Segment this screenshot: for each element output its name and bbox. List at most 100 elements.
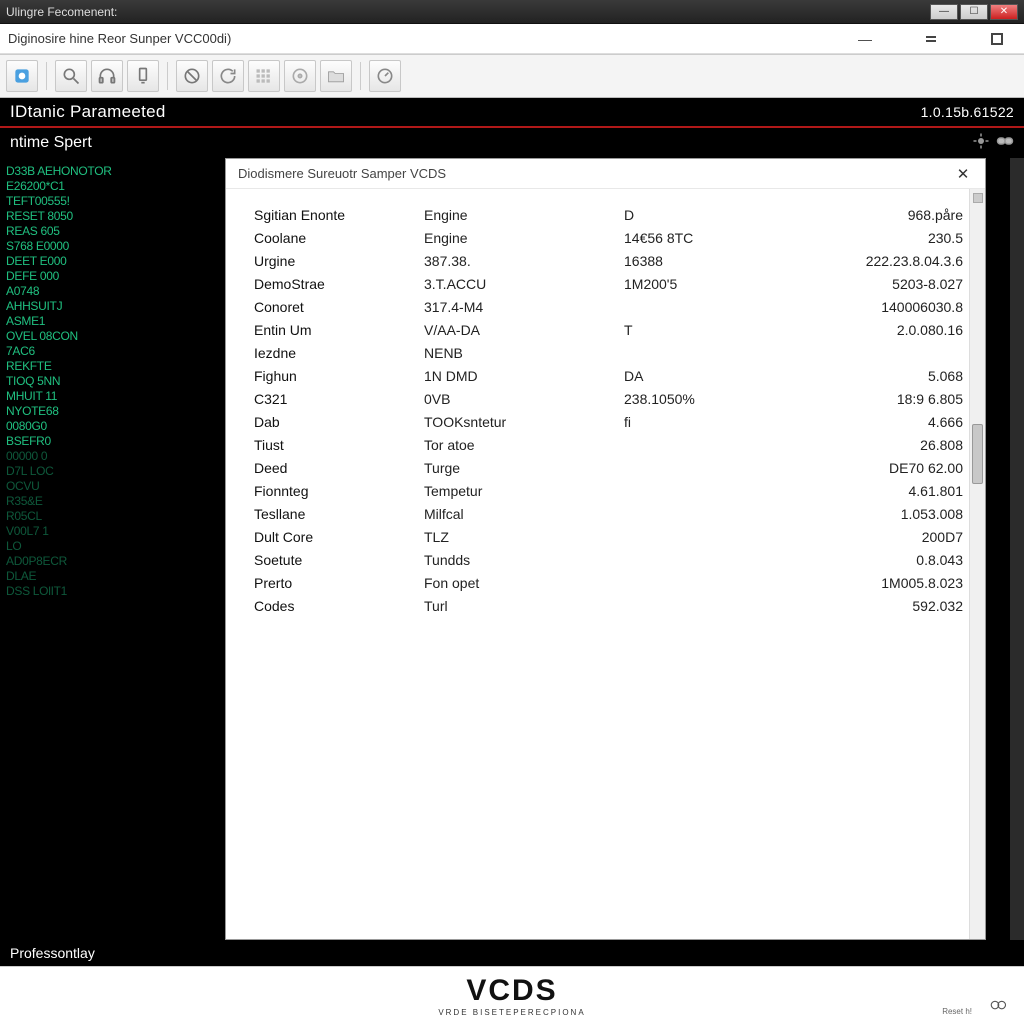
sidebar-line: D33B AEHONOTOR	[6, 164, 219, 179]
outer-window-minimize-button[interactable]: —	[930, 4, 958, 20]
logo-subtitle: VRDE BISETEPERECPIONA	[438, 1008, 585, 1017]
inner-window-minimize-button[interactable]: —	[846, 31, 884, 47]
row-value: 592.032	[794, 598, 969, 614]
row-label: Entin Um	[254, 322, 424, 338]
tool-grid-button[interactable]	[248, 60, 280, 92]
outer-window-close-button[interactable]: ✕	[990, 4, 1018, 20]
sidebar-line: NYOTE68	[6, 404, 219, 419]
footer: VCDS VRDE BISETEPERECPIONA Reset h!	[0, 966, 1024, 1024]
toolbar	[0, 54, 1024, 98]
sidebar-line: V00L7 1	[6, 524, 219, 539]
row-label: Fionnteg	[254, 483, 424, 499]
data-panel: Diodismere Sureuotr Samper VCDS ✕ Sgitia…	[225, 158, 986, 940]
row-value: 26.808	[794, 437, 969, 453]
row-cell: 387.38.	[424, 253, 624, 269]
row-cell: Fon opet	[424, 575, 624, 591]
row-cell: fi	[624, 414, 794, 430]
row-cell: 0VB	[424, 391, 624, 407]
row-cell: T	[624, 322, 794, 338]
row-label: Prerto	[254, 575, 424, 591]
row-cell: 1M200'5	[624, 276, 794, 292]
tool-gauge-button[interactable]	[369, 60, 401, 92]
row-label: Tesllane	[254, 506, 424, 522]
module-timestamp: 1.0.15b.61522	[921, 104, 1014, 120]
sidebar-line: 0080G0	[6, 419, 219, 434]
row-value: 140006030.8	[794, 299, 969, 315]
sidebar-line: OCVU	[6, 479, 219, 494]
row-value: 0.8.043	[794, 552, 969, 568]
sidebar-line: A0748	[6, 284, 219, 299]
sidebar-line: S768 E0000	[6, 239, 219, 254]
status-text: Professontlay	[10, 945, 95, 961]
row-label: Sgitian Enonte	[254, 207, 424, 223]
panel-close-button[interactable]: ✕	[953, 164, 973, 184]
panel-title-text: Diodismere Sureuotr Samper VCDS	[238, 166, 446, 181]
row-cell: Tor atoe	[424, 437, 624, 453]
tool-refresh-button[interactable]	[212, 60, 244, 92]
link-icon[interactable]	[996, 132, 1014, 155]
sidebar-line: AD0P8ECR	[6, 554, 219, 569]
row-label: Soetute	[254, 552, 424, 568]
row-label: Tiust	[254, 437, 424, 453]
row-value: 18:9 6.805	[794, 391, 969, 407]
outer-window-maximize-button[interactable]: ☐	[960, 4, 988, 20]
row-label: DemoStrae	[254, 276, 424, 292]
row-cell: 14€56 8TC	[624, 230, 794, 246]
tool-forbid-button[interactable]	[176, 60, 208, 92]
row-value: 222.23.8.04.3.6	[794, 253, 969, 269]
row-value: 2.0.080.16	[794, 322, 969, 338]
gear-icon[interactable]	[972, 132, 990, 155]
sidebar-line: TEFT00555!	[6, 194, 219, 209]
data-grid: Sgitian EnonteEngineD968.påreCoolaneEngi…	[254, 207, 969, 614]
sidebar-line: REAS 605	[6, 224, 219, 239]
row-cell: TLZ	[424, 529, 624, 545]
workspace: D33B AEHONOTORE26200*C1TEFT00555!RESET 8…	[0, 158, 1024, 940]
row-value: 1M005.8.023	[794, 575, 969, 591]
sidebar-line: RESET 8050	[6, 209, 219, 224]
row-cell: Turl	[424, 598, 624, 614]
row-cell: 317.4-M4	[424, 299, 624, 315]
tool-device-button[interactable]	[127, 60, 159, 92]
sidebar-line: BSEFR0	[6, 434, 219, 449]
row-value: 4.666	[794, 414, 969, 430]
outer-window-title: Ulingre Fecomenent:	[6, 5, 117, 19]
tool-headset-button[interactable]	[91, 60, 123, 92]
inner-window-header: Diginosire hine Reor Sunper VCC00di) —	[0, 24, 1024, 54]
footer-logo: VCDS VRDE BISETEPERECPIONA	[438, 974, 585, 1017]
row-cell: V/AA-DA	[424, 322, 624, 338]
module-primary-title: IDtanic Parameeted	[10, 102, 166, 122]
row-value: DE70 62.00	[794, 460, 969, 476]
sidebar-line: TIOQ 5NN	[6, 374, 219, 389]
sidebar-line: OVEL 08CON	[6, 329, 219, 344]
tool-search-button[interactable]	[55, 60, 87, 92]
row-cell: DA	[624, 368, 794, 384]
row-cell: NENB	[424, 345, 624, 361]
row-value: 4.61.801	[794, 483, 969, 499]
row-cell: Engine	[424, 207, 624, 223]
row-cell: 3.T.ACCU	[424, 276, 624, 292]
row-cell: TOOKsntetur	[424, 414, 624, 430]
outer-window-titlebar: Ulingre Fecomenent: — ☐ ✕	[0, 0, 1024, 24]
sidebar-line: E26200*C1	[6, 179, 219, 194]
module-primary-header: IDtanic Parameeted 1.0.15b.61522	[0, 98, 1024, 128]
panel-scrollbar[interactable]	[969, 189, 985, 939]
row-label: Coolane	[254, 230, 424, 246]
row-cell: Tempetur	[424, 483, 624, 499]
row-label: Dab	[254, 414, 424, 430]
row-label: Iezdne	[254, 345, 424, 361]
row-value: 230.5	[794, 230, 969, 246]
inner-window-box-button[interactable]	[978, 31, 1016, 47]
row-cell: 238.1050%	[624, 391, 794, 407]
sidebar-line: 7AC6	[6, 344, 219, 359]
tool-disc-button[interactable]	[284, 60, 316, 92]
tool-home-button[interactable]	[6, 60, 38, 92]
row-label: Fighun	[254, 368, 424, 384]
row-value: 5203-8.027	[794, 276, 969, 292]
tool-folder-button[interactable]	[320, 60, 352, 92]
row-label: Codes	[254, 598, 424, 614]
row-cell: Turge	[424, 460, 624, 476]
workspace-right-strip	[1010, 158, 1024, 940]
inner-window-equal-button[interactable]	[912, 31, 950, 47]
panel-scrollbar-thumb[interactable]	[972, 424, 983, 484]
footer-gear-icon	[984, 996, 1012, 1016]
